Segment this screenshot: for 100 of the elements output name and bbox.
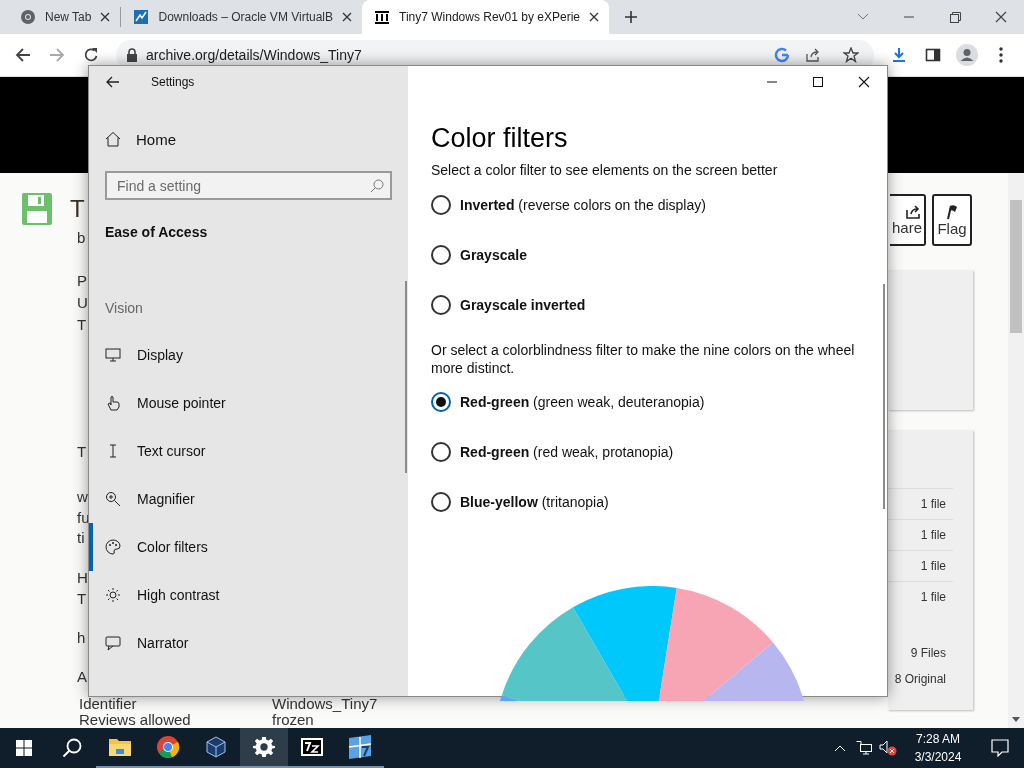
palette-icon (105, 539, 121, 555)
home-nav-item[interactable]: Home (89, 119, 408, 159)
close-tab-button[interactable] (342, 12, 352, 22)
page-text: w (77, 487, 88, 507)
nav-item[interactable]: High contrast (89, 571, 408, 619)
person-icon (956, 44, 978, 66)
chevron-up-icon (834, 744, 846, 752)
star-icon (843, 47, 859, 63)
page-text: H (77, 567, 88, 588)
magnifier-icon (105, 491, 121, 507)
share-icon (805, 47, 821, 63)
search-field[interactable]: Find a setting (105, 171, 392, 200)
arrow-left-icon (15, 47, 31, 63)
minimize-icon (767, 81, 777, 83)
page-text: P (77, 271, 87, 291)
monitor-icon (105, 347, 121, 363)
radio-button[interactable] (431, 442, 451, 462)
close-icon (995, 11, 1007, 23)
close-icon (100, 12, 111, 22)
arrow-right-icon (49, 47, 65, 63)
building-icon (374, 9, 390, 25)
arrow-left-icon (106, 76, 120, 88)
browser-tab[interactable]: Downloads – Oracle VM VirtualB (121, 0, 362, 34)
radio-option[interactable]: Inverted (reverse colors on the display) (431, 180, 887, 230)
page-text: U (77, 293, 88, 313)
chevron-down-icon (857, 13, 869, 21)
nav-item[interactable]: Display (89, 331, 408, 379)
metadata-value: frozen (272, 712, 314, 727)
close-tab-button[interactable] (589, 12, 599, 22)
speech-bubble-icon (991, 739, 1009, 757)
close-icon (589, 12, 599, 22)
page-text: T (77, 315, 87, 335)
tab-title: Downloads – Oracle VM VirtualB (158, 10, 333, 24)
browser-tab[interactable]: New Tab (8, 0, 121, 34)
file-total: 8 Original (893, 671, 947, 688)
taskbar-app-button[interactable] (240, 728, 288, 768)
file-count: 1 file (888, 581, 953, 612)
globe-icon (20, 9, 36, 25)
file-count: 1 file (888, 488, 953, 519)
page-text: ti (77, 528, 85, 548)
scrollbar[interactable] (1008, 173, 1024, 728)
lock-icon (126, 48, 138, 62)
google-g-icon (774, 47, 790, 63)
close-icon (858, 76, 870, 88)
seven-zip-icon (300, 735, 324, 759)
scrollbar[interactable] (883, 284, 885, 509)
chrome-icon (156, 735, 180, 759)
page-text: A (77, 666, 87, 687)
muted-speaker-icon (879, 740, 897, 756)
option-label: Grayscale (460, 247, 527, 263)
tab-title: Tiny7 Windows Rev01 by eXPerie (399, 10, 580, 24)
browser-tab[interactable]: Tiny7 Windows Rev01 by eXPerie (362, 0, 609, 34)
hand-pointer-icon (105, 395, 121, 411)
page-text: b (77, 228, 86, 248)
sun-icon (105, 587, 121, 603)
option-label: Red-green (red weak, protanopia) (460, 444, 674, 460)
maximize-icon (813, 77, 823, 87)
description-text: Or select a colorblindness filter to make the nine colors on the wheel more distinct. (431, 341, 856, 377)
search-icon (62, 738, 82, 758)
page-title-text: T (70, 195, 85, 223)
page-heading: Color filters (431, 122, 569, 155)
nav-item[interactable]: Magnifier (89, 475, 408, 523)
scrollbar-thumb[interactable] (1010, 200, 1022, 333)
radio-button[interactable] (431, 245, 451, 265)
metadata-label: Reviews allowed (79, 712, 192, 727)
radio-option[interactable]: Grayscale (431, 230, 887, 280)
tab-title: New Tab (45, 10, 92, 24)
nav-item[interactable]: Text cursor (89, 427, 408, 475)
window-title: Settings (151, 75, 195, 89)
clock[interactable]: 7:28 AM 3/3/2024 (900, 728, 976, 768)
close-tab-button[interactable] (100, 12, 111, 22)
windows-logo-icon (16, 740, 32, 756)
scrollbar[interactable] (405, 281, 407, 473)
section-heading: Vision (105, 299, 144, 318)
radio-button[interactable] (431, 392, 451, 412)
option-label: Inverted (reverse colors on the display) (460, 197, 706, 213)
page-text: T (77, 442, 87, 462)
option-label: Blue-yellow (tritanopia) (460, 494, 609, 510)
file-count: 1 file (888, 519, 953, 550)
file-count: 1 file (888, 550, 953, 581)
radio-button[interactable] (431, 492, 451, 512)
page-text: T (77, 588, 87, 609)
scroll-down-icon (1012, 717, 1020, 722)
flag-icon (944, 203, 960, 220)
minimize-icon (904, 16, 914, 18)
radio-button[interactable] (431, 195, 451, 215)
close-icon (342, 12, 352, 22)
radio-button[interactable] (431, 295, 451, 315)
flag-button[interactable]: Flag (932, 194, 972, 246)
share-page-button[interactable]: hare (890, 194, 926, 246)
cube-icon (204, 735, 228, 759)
page-text: h (77, 627, 86, 648)
option-label: Grayscale inverted (460, 297, 586, 313)
nav-item[interactable]: Mouse pointer (89, 379, 408, 427)
menu-dots-icon (999, 47, 1003, 63)
nav-item[interactable]: Narrator (89, 619, 408, 667)
gear-icon (253, 736, 275, 758)
download-icon (891, 47, 907, 63)
reload-icon (83, 47, 99, 63)
side-panel-icon (925, 47, 941, 63)
